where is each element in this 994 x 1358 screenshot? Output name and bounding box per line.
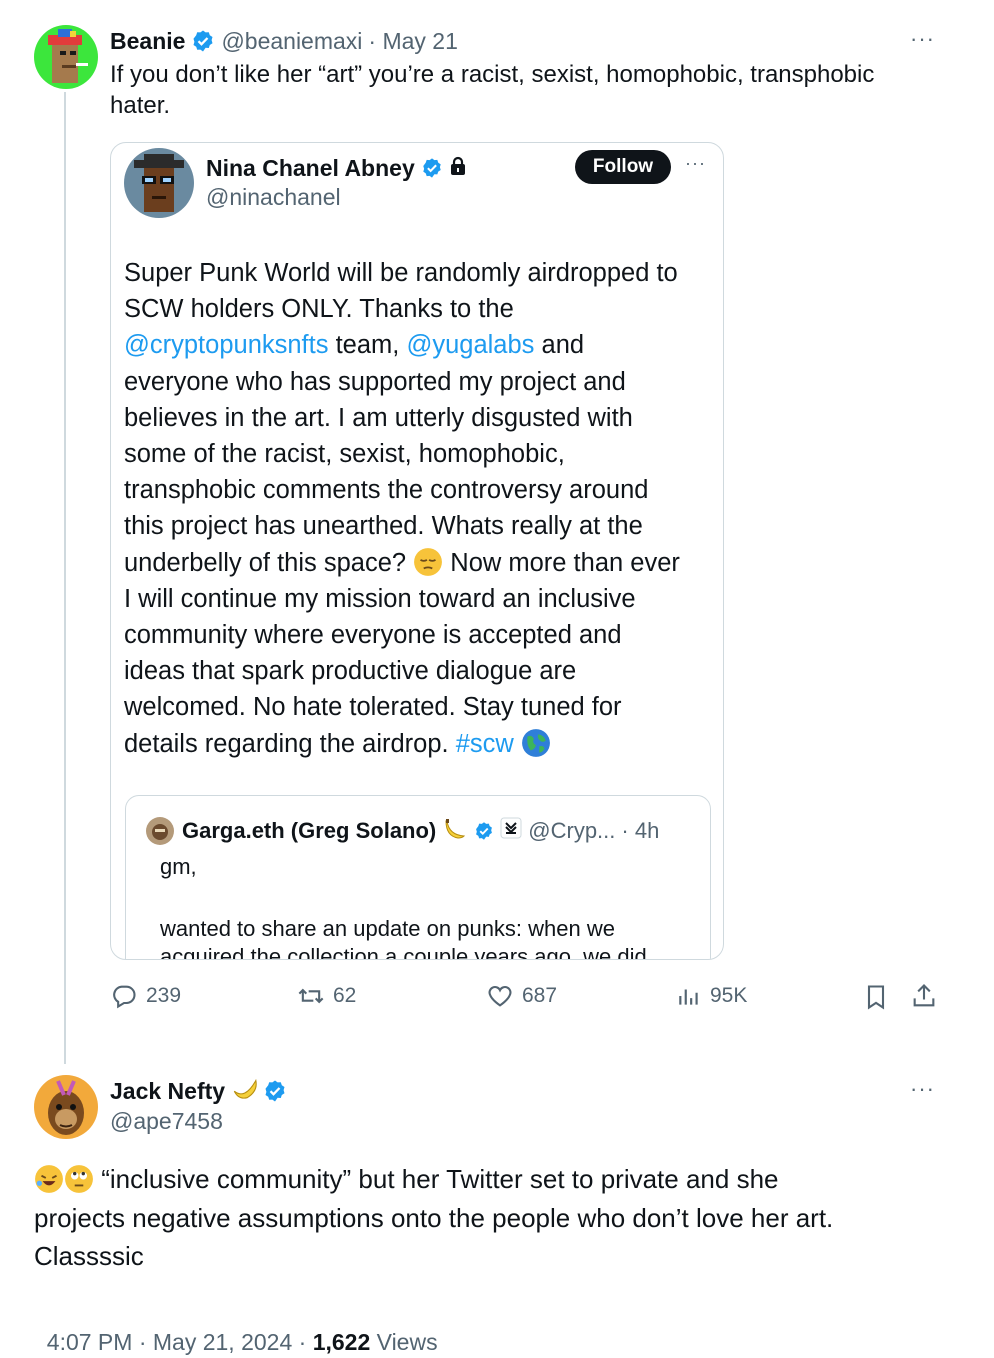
tweet1-more-icon[interactable]: ··· — [910, 26, 935, 52]
nested-quote-time[interactable]: · 4h — [621, 818, 659, 844]
quote-text-line: transphobic comments the controversy aro… — [124, 476, 649, 505]
eye-roll-emoji-icon — [64, 1164, 94, 1194]
banana-emoji-icon — [229, 1074, 259, 1108]
quote-text-line: ideas that spark productive dialogue are — [124, 657, 577, 686]
quote-text-line: I will continue my mission toward an inc… — [124, 584, 636, 613]
repost-button[interactable]: 62 — [297, 982, 356, 1010]
verified-badge-icon — [263, 1079, 287, 1103]
avatar-beanie[interactable] — [34, 25, 98, 89]
tweet2-meta: 4:07 PM · May 21, 2024 · 1,622 Views — [34, 1302, 438, 1356]
quote-text-line: underbelly of this space? Now more than … — [124, 547, 680, 577]
tweet2-text-line: “inclusive community” but her Twitter se… — [34, 1160, 954, 1199]
tweet2-more-icon[interactable]: ··· — [910, 1076, 935, 1102]
views-count: 95K — [710, 984, 748, 1007]
affiliate-badge-icon — [500, 817, 522, 845]
avatar-garga[interactable] — [146, 817, 174, 845]
follow-button[interactable]: Follow — [575, 150, 671, 184]
reply-count: 239 — [146, 984, 182, 1007]
quote-text-line: some of the racist, sexist, homophobic, — [124, 440, 565, 469]
banana-emoji-icon — [442, 815, 468, 847]
quote-author-name[interactable]: Nina Chanel Abney — [206, 155, 415, 182]
quote-text-line: this project has unearthed. Whats really… — [124, 512, 643, 541]
nested-quote-card[interactable]: Garga.eth (Greg Solano) @Cryp... · 4h gm… — [125, 795, 711, 960]
quote-text-line: @cryptopunksnfts team, @yugalabs and — [124, 331, 585, 360]
avatar-jack-nefty[interactable] — [34, 1075, 98, 1139]
verified-badge-icon — [191, 29, 215, 53]
share-icon[interactable] — [910, 982, 938, 1015]
quote-text-line: welcomed. No hate tolerated. Stay tuned … — [124, 693, 622, 722]
tweet2-author-name[interactable]: Jack Nefty — [110, 1078, 225, 1105]
lock-icon — [449, 155, 467, 182]
quote-more-icon[interactable]: ··· — [685, 153, 706, 174]
nested-quote-text: wanted to share an update on punks: when… — [160, 916, 615, 941]
like-count: 687 — [522, 984, 558, 1007]
quote-text-line: SCW holders ONLY. Thanks to the — [124, 295, 514, 324]
hashtag-scw[interactable]: #scw — [456, 730, 514, 758]
quote-handle[interactable]: @ninachanel — [206, 184, 341, 211]
repost-icon — [298, 988, 324, 1004]
nested-quote-text: acquired the collection a couple years a… — [160, 944, 647, 960]
reply-button[interactable]: 239 — [110, 982, 181, 1010]
nested-quote-header: Garga.eth (Greg Solano) @Cryp... · 4h — [182, 816, 659, 846]
verified-badge-icon — [421, 157, 443, 179]
nested-quote-text: gm, — [160, 854, 197, 879]
bookmark-icon[interactable] — [862, 983, 890, 1016]
mention-cryptopunksnfts[interactable]: @cryptopunksnfts — [124, 331, 328, 359]
rofl-emoji-icon — [34, 1164, 64, 1194]
tweet2-handle[interactable]: @ape7458 — [110, 1108, 223, 1135]
tweet1-date[interactable]: · May 21 — [368, 28, 457, 55]
quoted-tweet-card[interactable]: Nina Chanel Abney @ninachanel Follow ···… — [110, 142, 724, 960]
tweet1-header: Beanie @beaniemaxi · May 21 — [110, 26, 458, 56]
avatar-nina[interactable] — [124, 148, 194, 218]
tweet2-text-line: projects negative assumptions onto the p… — [34, 1202, 834, 1233]
quote-text-line: everyone who has supported my project an… — [124, 367, 626, 396]
nested-quote-handle[interactable]: @Cryp... — [528, 818, 615, 844]
reply-icon — [113, 985, 136, 1009]
pensive-face-emoji-icon — [413, 547, 443, 577]
quote-text-line: details regarding the airdrop. #scw — [124, 726, 719, 762]
quote-text-line: believes in the art. I am utterly disgus… — [124, 403, 633, 432]
like-button[interactable]: 687 — [486, 982, 557, 1010]
tweet2-text-line: Classssic — [34, 1241, 144, 1271]
tweet2-timestamp[interactable]: 4:07 PM · May 21, 2024 · — [47, 1329, 313, 1355]
views-button[interactable]: 95K — [676, 982, 747, 1010]
tweet2-text: “inclusive community” but her Twitter se… — [34, 1160, 954, 1276]
heart-icon — [488, 985, 512, 1007]
mention-yugalabs[interactable]: @yugalabs — [406, 331, 534, 359]
globe-emoji-icon — [521, 728, 551, 758]
quote-body: Super Punk World will be randomly airdro… — [124, 255, 719, 762]
verified-badge-icon — [474, 821, 494, 841]
quote-text-line: Super Punk World will be randomly airdro… — [124, 259, 678, 287]
tweet1-text: If you don’t like her “art” you’re a rac… — [110, 61, 875, 119]
quote-text-line: community where everyone is accepted and — [124, 621, 622, 650]
quote-header: Nina Chanel Abney — [206, 153, 467, 183]
thread-connector-line — [64, 92, 66, 1064]
tweet1-author-name[interactable]: Beanie — [110, 28, 185, 55]
tweet2-header: Jack Nefty — [110, 1076, 287, 1106]
nested-quote-author[interactable]: Garga.eth (Greg Solano) — [182, 818, 436, 844]
repost-count: 62 — [333, 984, 357, 1007]
tweet2-views-label: Views — [370, 1329, 438, 1355]
views-chart-icon — [679, 989, 698, 1005]
tweet2-views-count: 1,622 — [312, 1329, 371, 1355]
tweet1-handle[interactable]: @beaniemaxi — [221, 28, 362, 55]
